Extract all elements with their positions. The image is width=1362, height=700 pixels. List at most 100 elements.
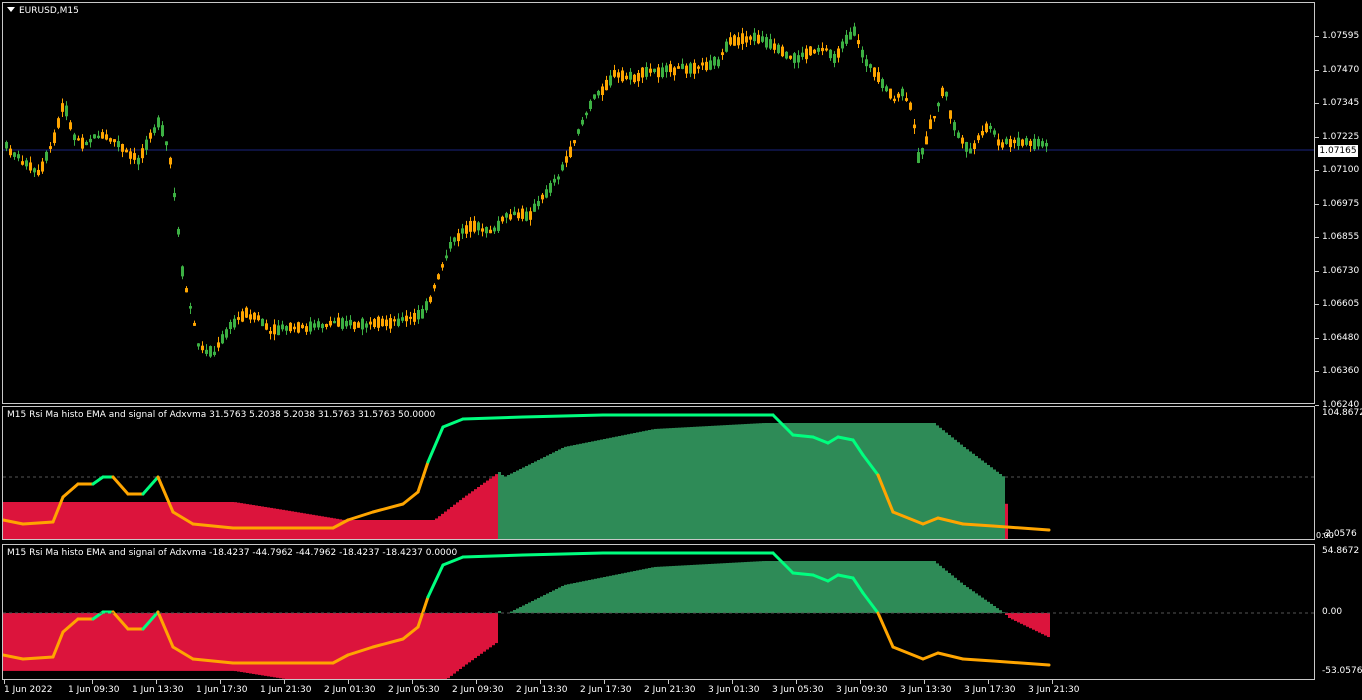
histogram-bar — [942, 430, 945, 539]
histogram-bar — [615, 436, 618, 539]
candle-body — [417, 310, 420, 320]
signal-line-segment — [791, 571, 815, 577]
time-tick-mark — [860, 680, 861, 684]
candle-body — [449, 241, 452, 249]
candle-body — [169, 157, 172, 165]
histogram-bar — [258, 506, 261, 539]
histogram-bar — [123, 502, 126, 539]
candle-body — [301, 324, 304, 329]
histogram-bar — [498, 611, 501, 613]
candle-body — [593, 94, 596, 99]
histogram-bar — [576, 582, 579, 613]
histogram-bar — [579, 443, 582, 539]
price-tick-label: 1.06605 — [1322, 299, 1360, 309]
histogram-bar — [873, 423, 876, 539]
histogram-bar — [714, 425, 717, 539]
candle-body — [681, 63, 684, 69]
histogram-bar — [933, 423, 936, 539]
candle-body — [653, 68, 656, 73]
indicator-pane-1[interactable]: M15 Rsi Ma histo EMA and signal of Adxvm… — [2, 406, 1315, 540]
candle-body — [457, 233, 460, 242]
indicator-pane-2[interactable]: M15 Rsi Ma histo EMA and signal of Adxvm… — [2, 544, 1315, 680]
candle-body — [725, 41, 728, 52]
candle-body — [157, 117, 160, 128]
histogram-bar — [762, 423, 765, 539]
histogram-bar — [771, 423, 774, 539]
candle-body — [185, 288, 188, 293]
histogram-bar — [201, 613, 204, 671]
histogram-bar — [399, 520, 402, 539]
candle-body — [101, 132, 104, 139]
histogram-bar — [735, 424, 738, 539]
candle-body — [697, 66, 700, 69]
time-label: 2 Jun 05:30 — [388, 685, 440, 695]
candle-body — [405, 315, 408, 322]
histogram-bar — [792, 423, 795, 539]
histogram-bar — [285, 613, 288, 679]
candle-body — [613, 70, 616, 77]
price-tick-label: 1.07345 — [1322, 98, 1360, 108]
candle-body — [749, 36, 752, 40]
candle-body — [573, 140, 576, 144]
histogram-bar — [603, 577, 606, 613]
histogram-bar — [795, 423, 798, 539]
histogram-bar — [609, 437, 612, 539]
histogram-bar — [834, 561, 837, 613]
histogram-bar — [516, 470, 519, 539]
price-chart-pane[interactable]: EURUSD,M15 — [2, 2, 1315, 404]
histogram-bar — [249, 504, 252, 539]
candle-body — [1009, 139, 1012, 148]
histogram-bar — [423, 520, 426, 539]
histogram-bar — [678, 427, 681, 539]
histogram-bar — [447, 509, 450, 539]
histogram-bar — [219, 502, 222, 539]
candle-body — [249, 314, 252, 320]
histogram-bar — [72, 502, 75, 539]
candle-body — [709, 60, 712, 70]
current-price-label: 1.07165 — [1318, 145, 1358, 157]
histogram-bar — [606, 438, 609, 539]
histogram-bar — [741, 562, 744, 613]
histogram-bar — [231, 502, 234, 539]
chart-symbol-title[interactable]: EURUSD,M15 — [7, 6, 79, 16]
time-tick-mark — [348, 680, 349, 684]
histogram-bar — [279, 509, 282, 539]
histogram-bar — [540, 458, 543, 539]
indicator-1-canvas[interactable] — [3, 407, 1315, 540]
price-chart-canvas[interactable] — [3, 3, 1315, 404]
candle-body — [97, 135, 100, 138]
histogram-bar — [714, 563, 717, 613]
histogram-bar — [273, 613, 276, 678]
histogram-bar — [651, 567, 654, 613]
histogram-bar — [768, 561, 771, 613]
histogram-bar — [252, 613, 255, 674]
histogram-bar — [1029, 613, 1032, 629]
histogram-bar — [300, 613, 303, 679]
histogram-bar — [939, 565, 942, 613]
price-tick-mark — [1315, 69, 1319, 71]
candle-body — [965, 141, 968, 152]
candle-body — [477, 222, 480, 231]
histogram-bar — [654, 566, 657, 613]
histogram-bar — [639, 569, 642, 613]
histogram-bar — [558, 587, 561, 613]
histogram-bar — [591, 441, 594, 539]
histogram-bar — [345, 613, 348, 679]
indicator-2-canvas[interactable] — [3, 545, 1315, 680]
histogram-bar — [153, 613, 156, 671]
candle-body — [181, 266, 184, 277]
histogram-bar — [411, 613, 414, 679]
price-tick-mark — [1315, 237, 1319, 238]
candle-body — [569, 146, 572, 158]
histogram-bar — [192, 502, 195, 539]
histogram-bar — [537, 598, 540, 613]
histogram-bar — [804, 561, 807, 613]
histogram-bar — [603, 439, 606, 539]
histogram-bar — [492, 613, 495, 646]
candle-body — [993, 130, 996, 135]
candle-body — [337, 317, 340, 327]
candle-body — [421, 308, 424, 319]
histogram-bar — [846, 561, 849, 613]
symbol-dropdown-icon[interactable] — [7, 7, 15, 12]
candle-body — [209, 346, 212, 357]
